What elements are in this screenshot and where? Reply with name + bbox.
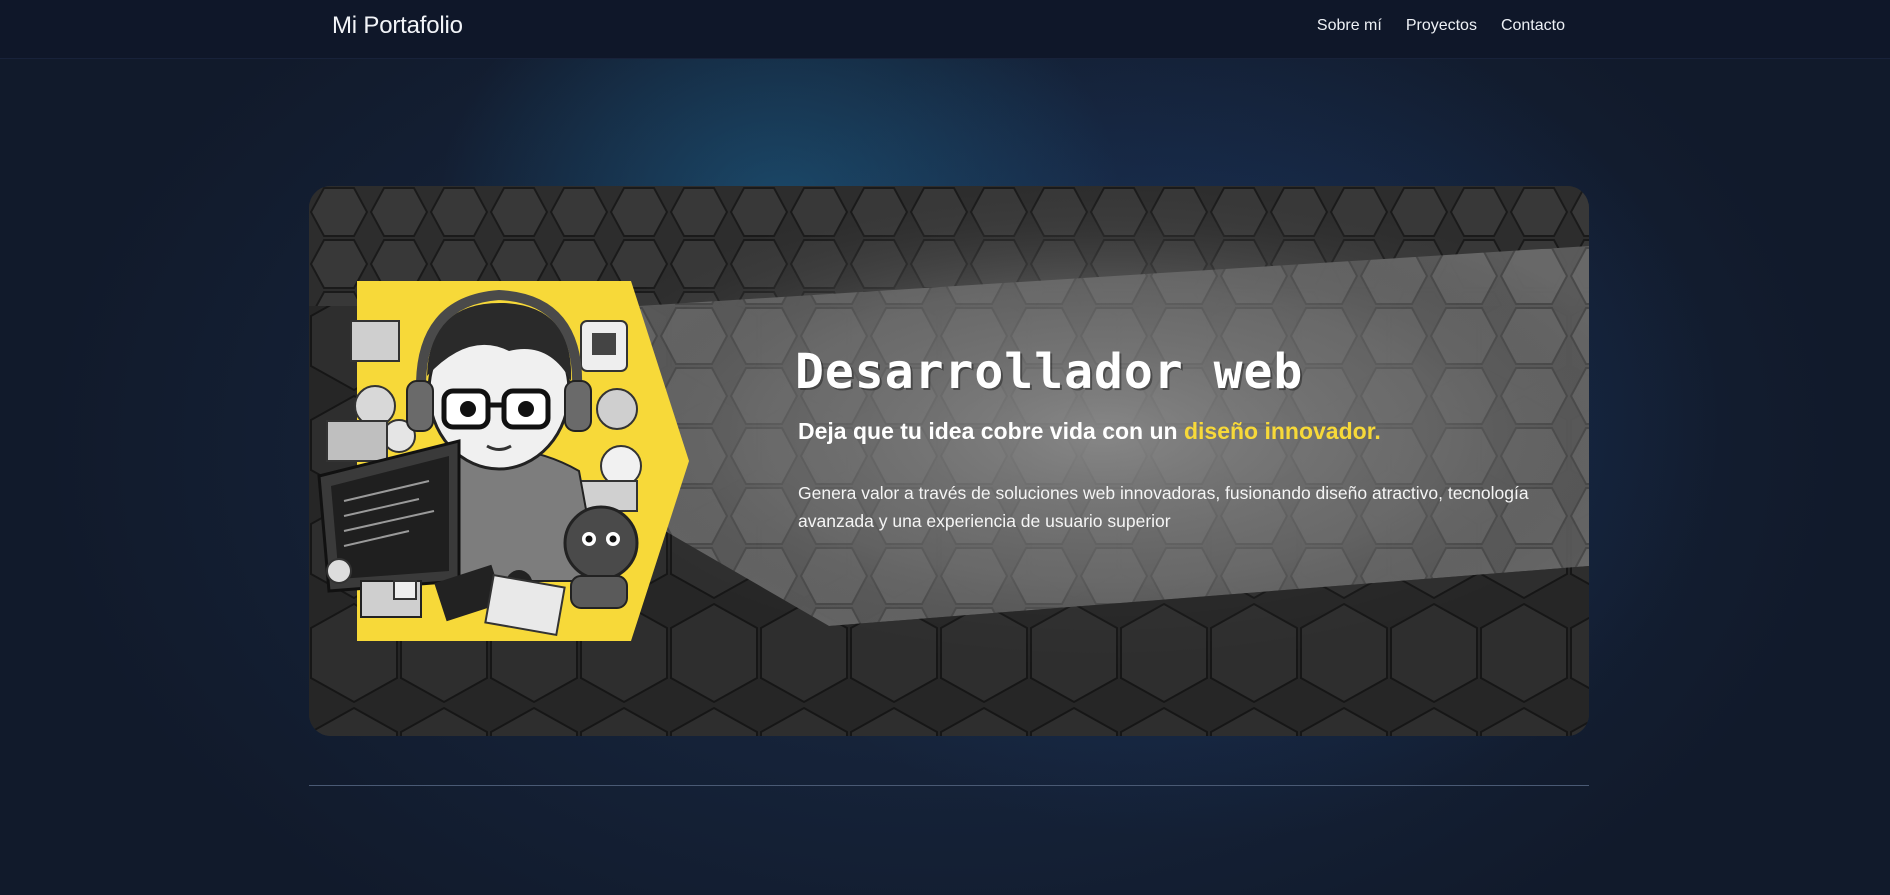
hero-subtitle-main: Deja que tu idea cobre vida con un: [798, 418, 1184, 444]
hero-subtitle-accent: diseño innovador.: [1183, 418, 1381, 444]
hero-text: Desarrollador web Deja que tu idea cobre…: [795, 344, 1555, 535]
navbar: Mi Portafolio Sobre mí Proyectos Contact…: [0, 0, 1890, 59]
hero-description: Genera valor a través de soluciones web …: [798, 483, 1529, 531]
nav-link-sobre-mi[interactable]: Sobre mí: [1317, 17, 1382, 35]
brand-logo[interactable]: Mi Portafolio: [332, 12, 463, 40]
section-divider: [309, 785, 1589, 786]
hero-banner: Desarrollador web Deja que tu idea cobre…: [309, 186, 1589, 736]
hero-title: Desarrollador web: [795, 344, 1304, 400]
hero-subtitle: Deja que tu idea cobre vida con un diseñ…: [798, 418, 1555, 445]
nav-menu: Sobre mí Proyectos Contacto: [1317, 17, 1565, 35]
nav-link-proyectos[interactable]: Proyectos: [1406, 17, 1477, 35]
developer-illustration: [317, 281, 689, 641]
nav-link-contacto[interactable]: Contacto: [1501, 17, 1565, 35]
